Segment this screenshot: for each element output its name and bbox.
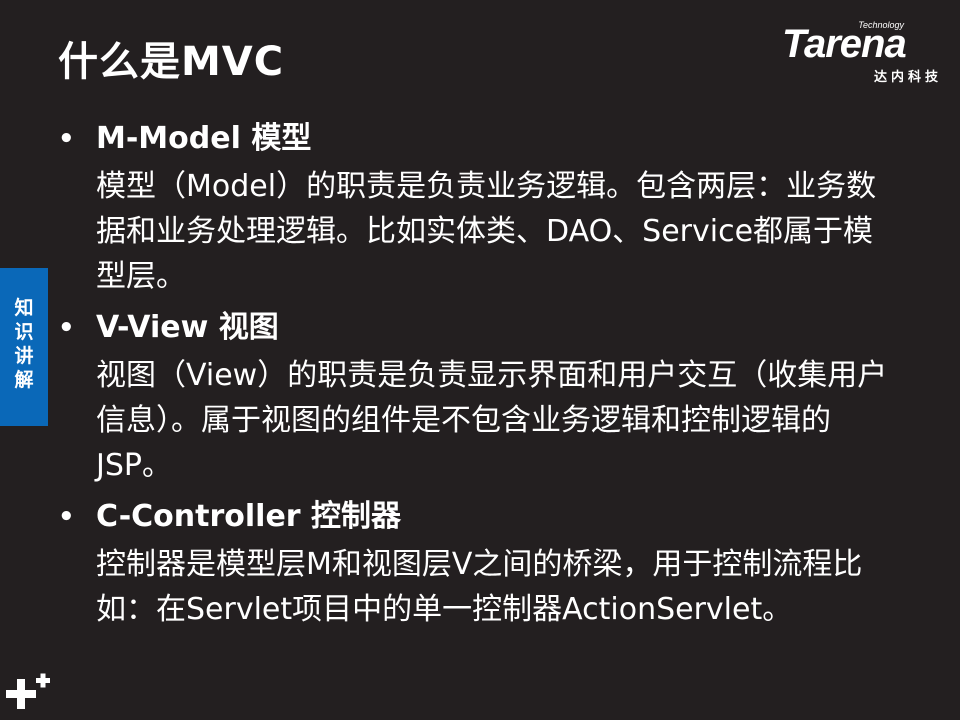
logo-subtitle: 达内科技 xyxy=(873,70,942,85)
side-tab-label: 知识讲解 xyxy=(14,297,34,391)
tarena-logo: Technology Tarena 达内科技 xyxy=(782,20,944,85)
section-heading-model: • M-Model 模型 xyxy=(58,114,908,164)
logo-wordmark: Tarena xyxy=(782,22,907,66)
bullet-icon: • xyxy=(58,502,75,532)
section-body-model: 模型（Model）的职责是负责业务逻辑。包含两层：业务数据和业务处理逻辑。比如实… xyxy=(96,169,877,294)
slide-content: • M-Model 模型 模型（Model）的职责是负责业务逻辑。包含两层：业务… xyxy=(58,114,908,636)
section-heading-text: C-Controller 控制器 xyxy=(96,499,402,534)
section-heading-text: V-View 视图 xyxy=(96,310,279,345)
section-heading-controller: • C-Controller 控制器 xyxy=(58,492,908,542)
section-heading-text: M-Model 模型 xyxy=(96,121,312,156)
page-title: 什么是MVC xyxy=(58,39,285,85)
bullet-icon: • xyxy=(58,313,75,343)
plus-decoration-icon xyxy=(6,673,50,709)
section-body-controller: 控制器是模型层M和视图层V之间的桥梁，用于控制流程比如：在Servlet项目中的… xyxy=(96,547,863,627)
section-heading-view: • V-View 视图 xyxy=(58,303,908,353)
side-tab-knowledge: 知识讲解 xyxy=(0,268,48,426)
section-body-view: 视图（View）的职责是负责显示界面和用户交互（收集用户信息）。属于视图的组件是… xyxy=(96,358,888,483)
bullet-icon: • xyxy=(58,124,75,154)
